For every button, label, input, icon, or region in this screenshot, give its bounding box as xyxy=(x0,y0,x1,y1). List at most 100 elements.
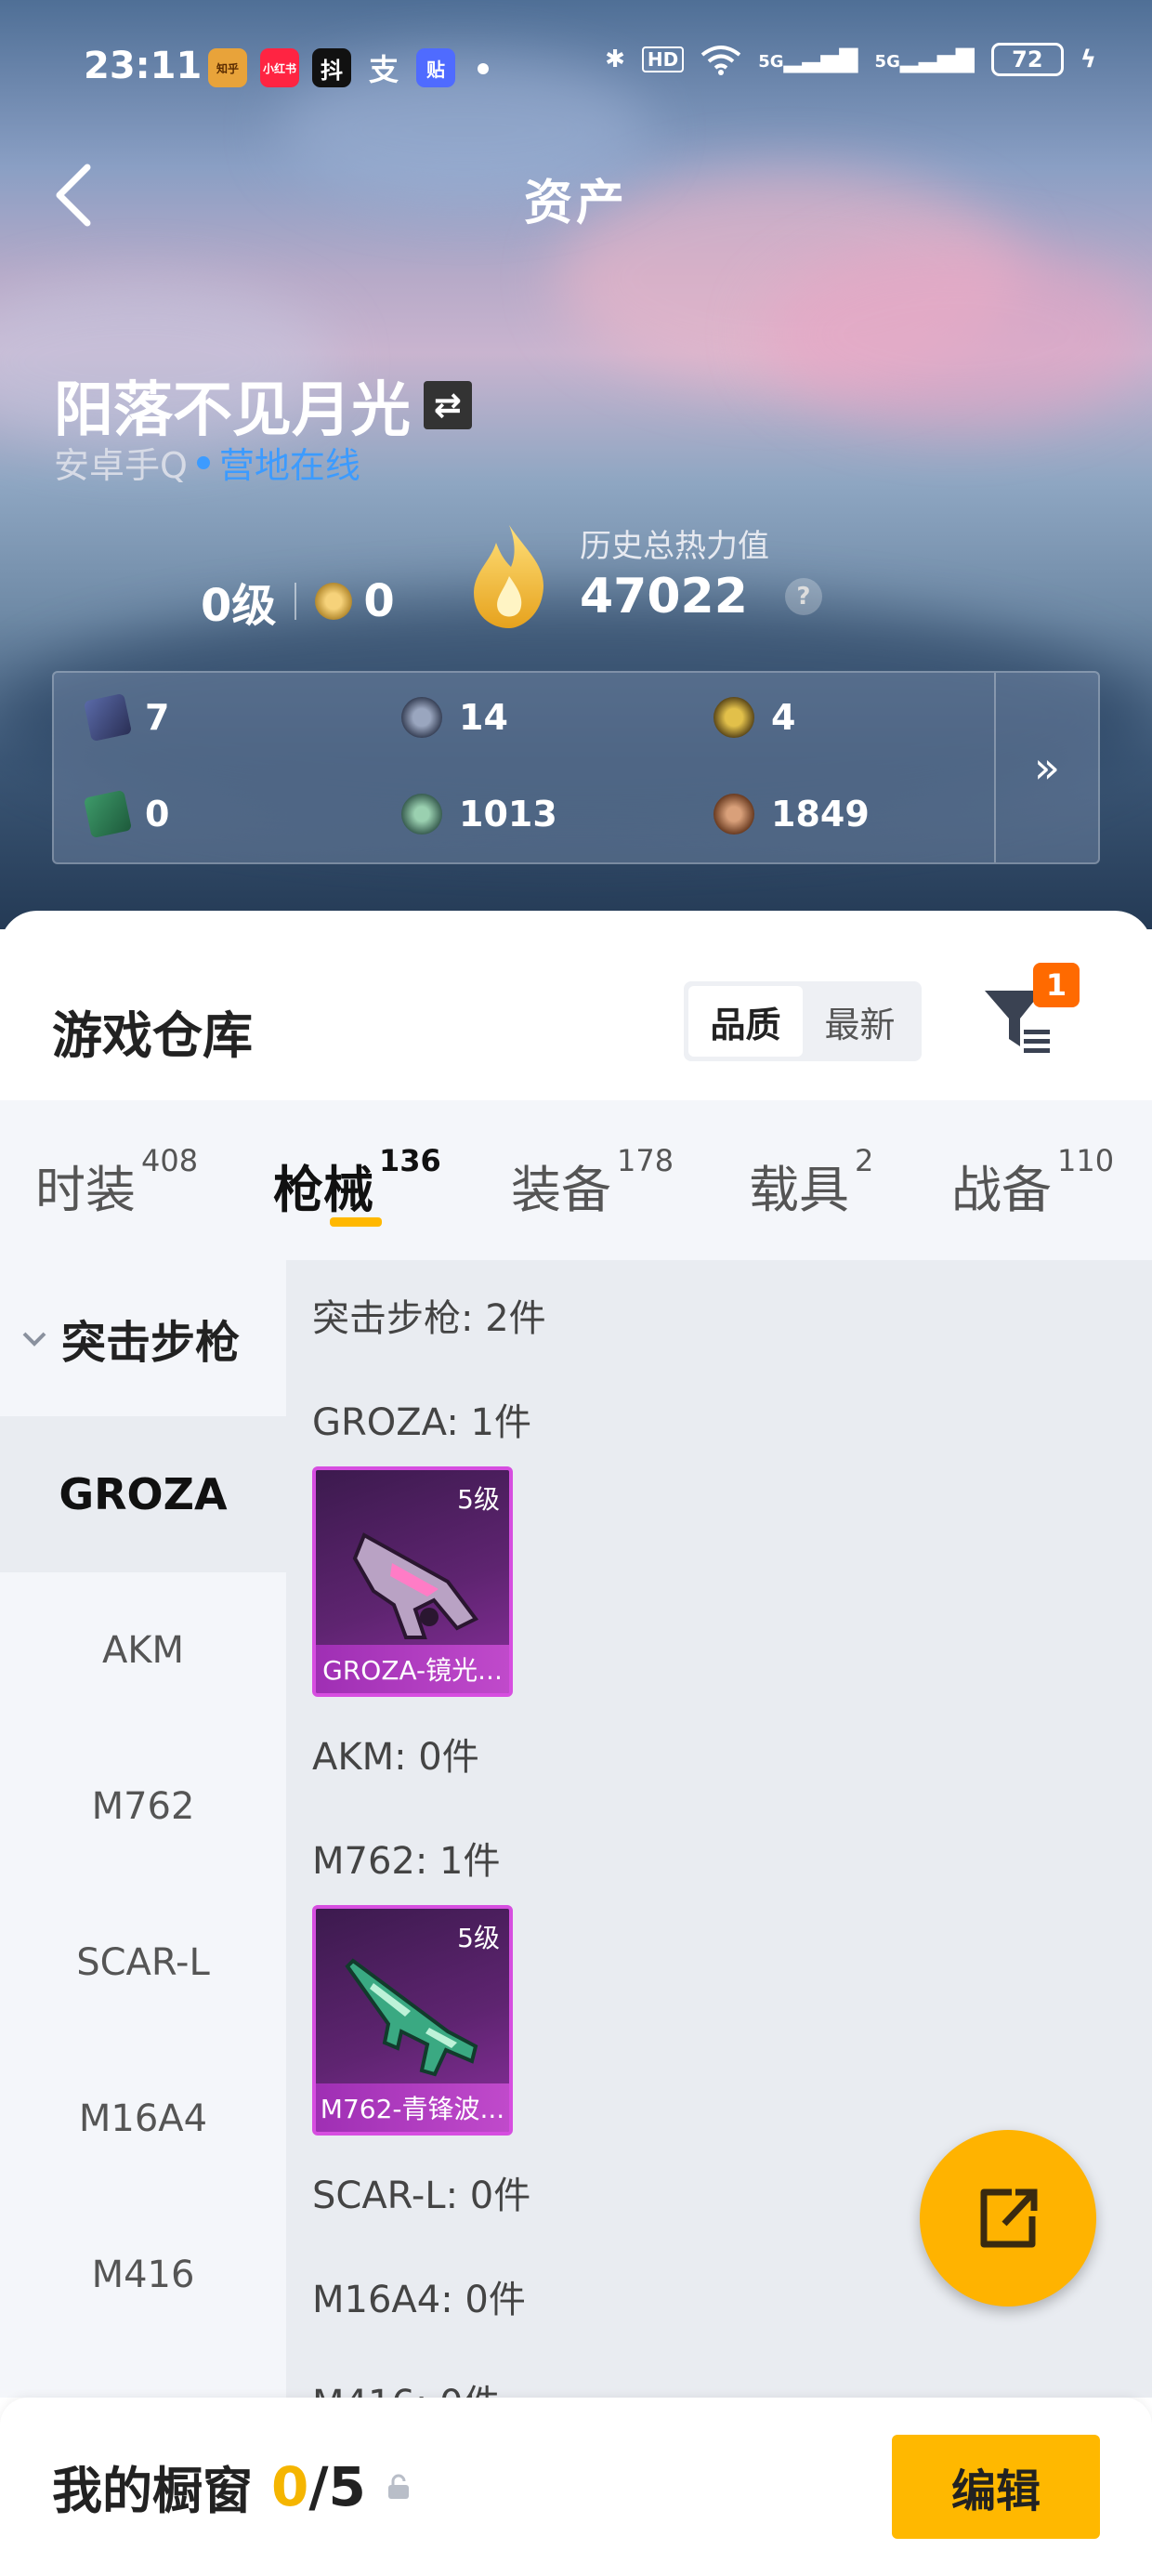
wifi-icon xyxy=(701,46,741,75)
sidebar-category-label: 突击步枪 xyxy=(61,1317,241,1369)
weapon-sidebar: 突击步枪 GROZA AKM M762 SCAR-L M16A4 M416 xyxy=(0,1260,286,2398)
chevron-down-icon xyxy=(22,1332,46,1347)
showcase-bar: 我的橱窗 0/5 编辑 xyxy=(0,2398,1152,2576)
bluetooth-icon: ✱ xyxy=(605,46,625,73)
edit-button[interactable]: 编辑 xyxy=(892,2435,1100,2539)
sidebar-item-m762[interactable]: M762 xyxy=(0,1728,286,1885)
section-header-m416: M416: 0件 xyxy=(312,2373,501,2398)
tieba-app-icon: 贴 xyxy=(416,48,455,87)
more-notifications-dot xyxy=(478,63,489,74)
signal-5g-icon: 5G▂▃▅▇ xyxy=(758,46,858,73)
warehouse-title: 游戏仓库 xyxy=(52,1006,253,1065)
category-summary: 突击步枪: 2件 xyxy=(312,1297,546,1340)
section-header-m762: M762: 1件 xyxy=(312,1840,501,1883)
sidebar-item-akm[interactable]: AKM xyxy=(0,1572,286,1728)
history-heat-label: 历史总热力值 xyxy=(580,528,769,565)
crate-icon xyxy=(713,794,754,835)
alipay-app-icon: 支 xyxy=(368,52,399,87)
section-header-groza: GROZA: 1件 xyxy=(312,1401,531,1444)
sidebar-item-groza[interactable]: GROZA xyxy=(0,1416,286,1572)
weapon-card-groza[interactable]: 5级 GROZA-镜光... xyxy=(312,1466,513,1697)
status-right-icons: ✱ HD 5G▂▃▅▇ 5G▂▃▅▇ 72 ϟ xyxy=(605,43,1096,76)
tab-label: 时装 xyxy=(35,1161,136,1219)
sort-newest-button[interactable]: 最新 xyxy=(803,986,917,1057)
showcase-total: /5 xyxy=(308,2454,366,2518)
signal-5g-label-2: 5G xyxy=(874,52,900,72)
status-bar: 23:11 知乎 小红书 抖 支 贴 ✱ HD 5G▂▃▅▇ 5G▂▃▅▇ 72… xyxy=(0,0,1152,139)
history-heat-row: 47022 ? xyxy=(580,569,822,624)
tab-count: 136 xyxy=(379,1143,441,1178)
m762-skin-icon xyxy=(345,1958,478,2077)
sort-quality-button[interactable]: 品质 xyxy=(688,986,803,1057)
showcase-current: 0 xyxy=(271,2454,309,2518)
stat-item: 1013 xyxy=(401,794,557,835)
charging-icon: ϟ xyxy=(1080,46,1096,73)
tab-count: 178 xyxy=(617,1143,674,1178)
sidebar-item-m16a4[interactable]: M16A4 xyxy=(0,2041,286,2197)
platform-label: 安卓手Q xyxy=(54,445,188,486)
status-time: 23:11 xyxy=(84,45,203,87)
stat-value: 4 xyxy=(771,697,796,738)
signal-5g-icon-2: 5G▂▃▅▇ xyxy=(874,46,975,73)
sidebar-item-scar-l[interactable]: SCAR-L xyxy=(0,1885,286,2041)
status-app-icons: 知乎 小红书 抖 支 贴 xyxy=(208,48,489,87)
tab-label: 装备 xyxy=(511,1161,611,1219)
hd-icon: HD xyxy=(641,46,685,72)
stat-value: 0 xyxy=(145,794,170,835)
card-icon xyxy=(83,692,133,743)
battery-level: 72 xyxy=(1012,46,1043,72)
divider xyxy=(295,583,297,620)
level-row: 0级 0 xyxy=(201,569,395,634)
sidebar-item-m416[interactable]: M416 xyxy=(0,2197,286,2353)
tab-count: 408 xyxy=(141,1143,199,1178)
stat-value: 7 xyxy=(145,697,170,738)
tab-weapons[interactable]: 枪械 136 xyxy=(273,1143,441,1222)
online-status: 营地在线 xyxy=(218,445,360,486)
tab-supplies[interactable]: 战备 110 xyxy=(951,1143,1114,1222)
ring-icon xyxy=(401,697,442,738)
stat-item: 1849 xyxy=(713,794,870,835)
profile-name-row: 阳落不见月光 ⇄ xyxy=(54,362,472,448)
xiaohongshu-app-icon: 小红书 xyxy=(260,48,299,87)
card-caption: M762-青锋波... xyxy=(316,2083,509,2132)
profile-name: 阳落不见月光 xyxy=(54,376,411,445)
card-caption: GROZA-镜光... xyxy=(316,1645,509,1693)
tab-vehicles[interactable]: 载具 2 xyxy=(749,1143,873,1222)
stat-value: 1849 xyxy=(771,794,870,835)
showcase-row: 我的橱窗 0/5 xyxy=(52,2450,412,2523)
ticket-icon xyxy=(83,789,133,839)
signal-5g-label: 5G xyxy=(758,52,784,72)
coin-icon xyxy=(401,794,442,835)
help-icon[interactable]: ? xyxy=(784,578,822,615)
profile-hero: 23:11 知乎 小红书 抖 支 贴 ✱ HD 5G▂▃▅▇ 5G▂▃▅▇ 72… xyxy=(0,0,1152,929)
tab-count: 2 xyxy=(855,1143,874,1178)
weapon-card-m762[interactable]: 5级 M762-青锋波... xyxy=(312,1905,513,2136)
stat-item: 4 xyxy=(713,697,795,738)
online-dot-icon xyxy=(196,455,210,469)
category-tabs: 时装 408 枪械 136 装备 178 载具 2 战备 110 xyxy=(0,1100,1152,1260)
filter-count-badge: 1 xyxy=(1033,963,1080,1007)
stat-value: 14 xyxy=(459,697,508,738)
douyin-app-icon: 抖 xyxy=(312,48,351,87)
tab-label: 战备 xyxy=(951,1161,1052,1219)
showcase-title: 我的橱窗 xyxy=(52,2462,253,2520)
profile-subtitle: 安卓手Q 营地在线 xyxy=(54,437,360,488)
tab-fashion[interactable]: 时装 408 xyxy=(35,1143,198,1222)
tab-label: 载具 xyxy=(749,1161,849,1219)
sidebar-category-header[interactable]: 突击步枪 xyxy=(0,1260,286,1416)
share-icon xyxy=(980,2188,1038,2248)
tab-equipment[interactable]: 装备 178 xyxy=(511,1143,674,1222)
tab-count: 110 xyxy=(1057,1143,1115,1178)
switch-account-icon[interactable]: ⇄ xyxy=(424,381,472,429)
showcase-count: 0/5 xyxy=(271,2455,366,2518)
zhihu-app-icon: 知乎 xyxy=(208,48,247,87)
stat-value: 1013 xyxy=(459,794,557,835)
more-stats-chevron-icon[interactable]: » xyxy=(994,673,1098,862)
section-header-scar-l: SCAR-L: 0件 xyxy=(312,2175,531,2217)
tab-label: 枪械 xyxy=(273,1161,373,1219)
page-title: 资产 xyxy=(523,176,628,231)
share-button[interactable] xyxy=(920,2130,1096,2307)
stat-item: 7 xyxy=(83,692,170,743)
asset-stats-panel[interactable]: 7 14 4 0 1013 1849 » xyxy=(52,671,1100,864)
history-heat-value: 47022 xyxy=(580,569,748,624)
